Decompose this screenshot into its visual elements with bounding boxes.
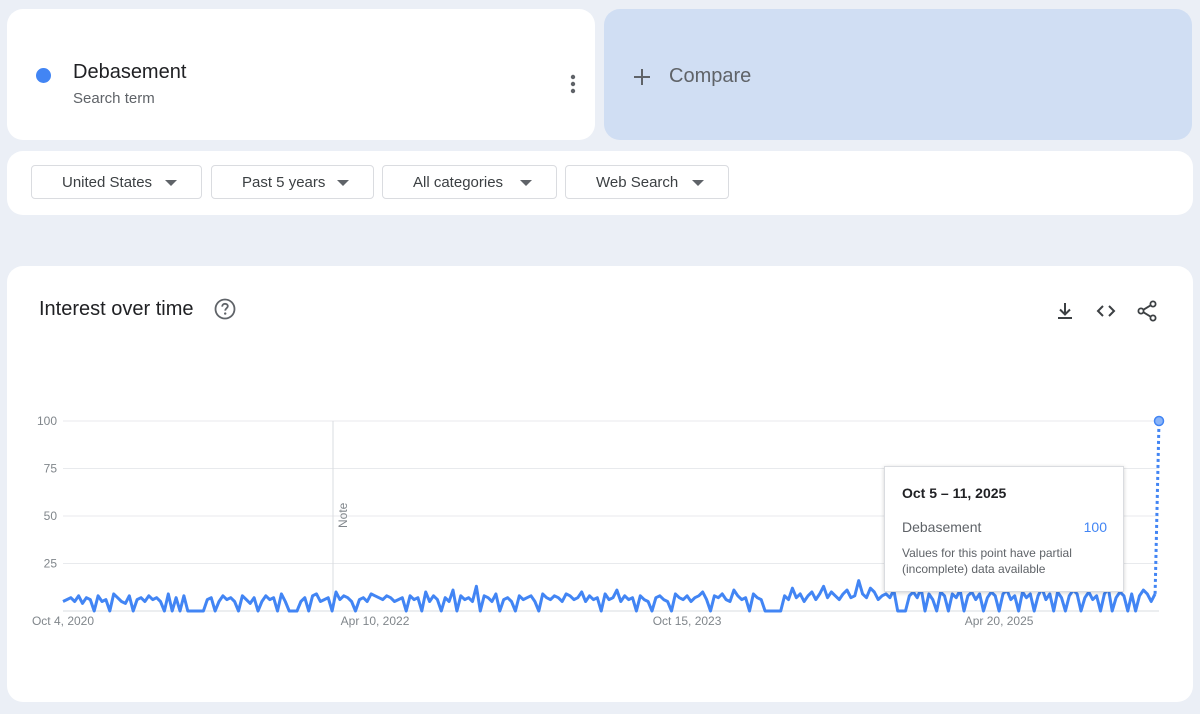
chevron-down-icon — [520, 180, 532, 186]
y-tick-label: 25 — [44, 557, 58, 571]
time-range-dropdown[interactable]: Past 5 years — [211, 165, 374, 199]
tooltip-date: Oct 5 – 11, 2025 — [902, 485, 1007, 501]
x-tick-label: Oct 15, 2023 — [653, 614, 722, 628]
search-type-dropdown[interactable]: Web Search — [565, 165, 729, 199]
time-range-dropdown-label: Past 5 years — [242, 173, 326, 191]
search-term-name[interactable]: Debasement — [73, 61, 186, 84]
search-term-subtitle: Search term — [73, 90, 155, 107]
x-tick-label: Apr 10, 2022 — [341, 614, 410, 628]
search-term-card[interactable]: Debasement Search term — [7, 9, 595, 140]
tooltip-value: 100 — [1083, 519, 1107, 535]
tooltip-partial-data-note: Values for this point have partial (inco… — [902, 546, 1072, 576]
y-tick-label: 50 — [44, 509, 58, 523]
series-partial-segment — [1153, 420, 1161, 594]
interest-over-time-card: Interest over time 25 50 75 100 Note Oct 4,… — [7, 266, 1193, 702]
series-color-dot — [36, 68, 51, 83]
x-tick-label: Oct 4, 2020 — [32, 614, 94, 628]
y-tick-label: 75 — [44, 462, 58, 476]
chevron-down-icon — [165, 180, 177, 186]
plus-icon — [634, 69, 650, 85]
chevron-down-icon — [337, 180, 349, 186]
region-dropdown-label: United States — [62, 173, 153, 191]
x-tick-label: Apr 20, 2025 — [965, 614, 1034, 628]
note-marker-label[interactable]: Note — [336, 502, 350, 528]
compare-button[interactable]: Compare — [604, 9, 1192, 140]
filter-bar: United States Past 5 years All categorie… — [7, 151, 1193, 215]
y-tick-label: 100 — [37, 414, 57, 428]
search-type-dropdown-label: Web Search — [596, 173, 679, 191]
category-dropdown-label: All categories — [413, 173, 504, 191]
tooltip-term: Debasement — [902, 519, 982, 535]
more-vert-icon[interactable] — [559, 71, 587, 97]
hovered-data-point[interactable] — [1153, 415, 1165, 427]
compare-label: Compare — [669, 65, 752, 87]
chevron-down-icon — [692, 180, 704, 186]
data-point-tooltip: Oct 5 – 11, 2025 Debasement 100 Values f… — [884, 466, 1124, 592]
region-dropdown[interactable]: United States — [31, 165, 202, 199]
category-dropdown[interactable]: All categories — [382, 165, 557, 199]
